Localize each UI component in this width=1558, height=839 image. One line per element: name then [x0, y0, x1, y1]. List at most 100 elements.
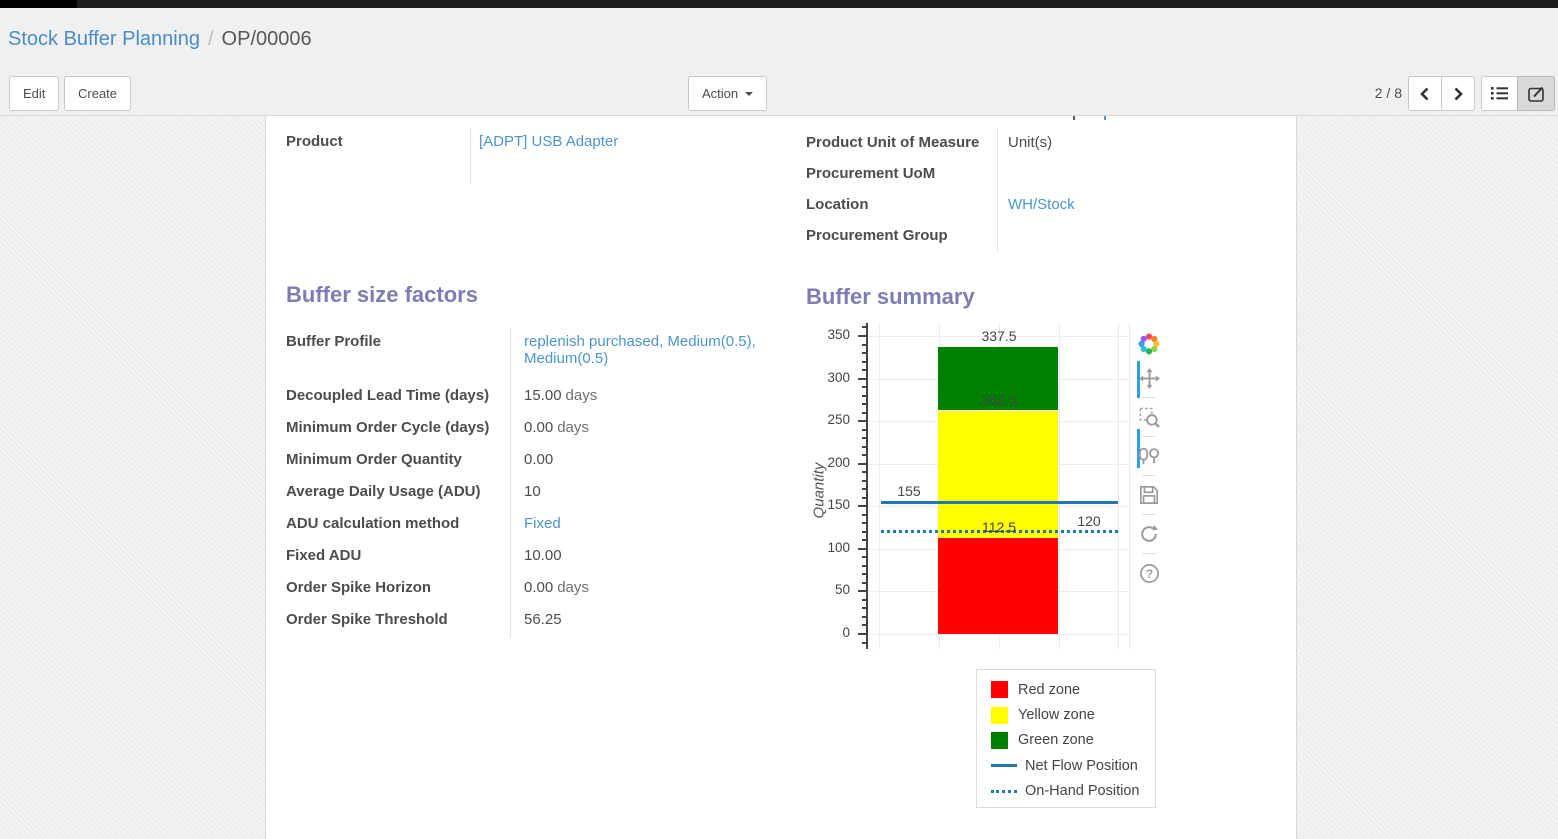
ref-line-net-flow-position [881, 501, 1118, 504]
download-plot-button[interactable] [1137, 483, 1161, 507]
y-minor-tick [862, 565, 866, 567]
legend-label: Green zone [1018, 732, 1094, 748]
y-minor-tick [862, 403, 866, 405]
buffer-profile-link[interactable]: replenish purchased, Medium(0.5), Medium… [524, 333, 756, 367]
y-major-tick [858, 633, 866, 635]
y-major-tick [858, 505, 866, 507]
fixed-adu-label: Fixed ADU [286, 542, 511, 574]
svg-text:?: ? [1145, 566, 1152, 580]
adu-method-link[interactable]: Fixed [524, 515, 561, 532]
y-minor-tick [862, 642, 866, 644]
y-minor-tick [862, 624, 866, 626]
yellow-zone-swatch [991, 707, 1008, 724]
spike-horizon-unit: days [557, 579, 589, 596]
legend-item-yellow-zone[interactable]: Yellow zone [991, 702, 1155, 727]
pager-counter: 2 / 8 [1356, 85, 1402, 101]
breadcrumb-parent-link[interactable]: Stock Buffer Planning [8, 28, 200, 50]
y-minor-tick [862, 480, 866, 482]
list-view-button[interactable] [1481, 76, 1518, 111]
field-row-procurement-uom: Procurement UoM [806, 160, 1276, 191]
action-dropdown-button[interactable]: Action [688, 76, 767, 111]
min-order-qty-value: 0.00 [511, 446, 796, 468]
spike-horizon-label: Order Spike Horizon [286, 574, 511, 606]
help-button[interactable]: ? [1137, 561, 1161, 585]
control-panel: Stock Buffer Planning/OP/00006 Edit Crea… [0, 8, 1558, 116]
modebar-separator [1142, 514, 1156, 515]
legend-item-net-flow[interactable]: Net Flow Position [991, 753, 1155, 778]
product-label: Product [286, 128, 471, 184]
x-gridline [939, 323, 940, 649]
y-minor-tick [862, 437, 866, 439]
green-zone-swatch [991, 732, 1008, 749]
chevron-left-icon [1419, 87, 1431, 101]
y-gridline [868, 336, 1129, 337]
plotly-logo-icon[interactable] [1137, 332, 1161, 356]
legend-label: Red zone [1018, 682, 1080, 698]
y-gridline [868, 634, 1129, 635]
y-tick-label: 350 [806, 327, 850, 342]
bar-green-zone [938, 347, 1058, 411]
plotly-logo [1138, 333, 1160, 355]
y-tick-label: 150 [806, 497, 850, 512]
y-axis-line [866, 323, 868, 649]
net-flow-line-swatch [991, 764, 1017, 767]
red-zone-swatch [991, 681, 1008, 698]
y-minor-tick [862, 531, 866, 533]
procurement-uom-label: Procurement UoM [806, 160, 998, 191]
edit-button[interactable]: Edit [9, 76, 59, 111]
y-tick-label: 50 [806, 582, 850, 597]
bar-yellow-zone [938, 411, 1058, 539]
compare-data-icon [1138, 446, 1160, 466]
buffer-profile-label: Buffer Profile [286, 328, 511, 382]
field-row-location: Location WH/Stock [806, 191, 1276, 222]
y-major-tick [858, 335, 866, 337]
y-minor-tick [862, 344, 866, 346]
y-gridline [868, 591, 1129, 592]
pager-previous-button[interactable] [1408, 76, 1442, 111]
dlt-label: Decoupled Lead Time (days) [286, 382, 511, 414]
y-major-tick [858, 590, 866, 592]
form-view-button[interactable] [1517, 76, 1555, 111]
bar-red-zone [938, 538, 1058, 634]
chevron-right-icon [1452, 87, 1464, 101]
breadcrumb: Stock Buffer Planning/OP/00006 [8, 28, 312, 51]
box-zoom-icon [1139, 407, 1160, 428]
compare-hover-button[interactable] [1137, 444, 1161, 468]
dlt-unit: days [566, 387, 598, 404]
create-button[interactable]: Create [64, 76, 131, 111]
y-minor-tick [862, 616, 866, 618]
reset-axes-button[interactable] [1137, 522, 1161, 546]
pager-next-button[interactable] [1441, 76, 1475, 111]
box-zoom-tool-button[interactable] [1137, 405, 1161, 429]
pan-tool-button[interactable] [1137, 366, 1161, 390]
procurement-group-label: Procurement Group [806, 222, 998, 253]
chart-modebar: ? [1134, 332, 1164, 592]
procurement-group-value [998, 222, 1008, 227]
field-row-spike-horizon: Order Spike Horizon 0.00days [286, 574, 796, 606]
y-minor-tick [862, 556, 866, 558]
location-link[interactable]: WH/Stock [1008, 196, 1075, 213]
product-link[interactable]: [ADPT] USB Adapter [479, 133, 618, 150]
legend-item-red-zone[interactable]: Red zone [991, 677, 1155, 702]
y-minor-tick [862, 361, 866, 363]
y-minor-tick [862, 326, 866, 328]
legend-item-green-zone[interactable]: Green zone [991, 728, 1155, 753]
x-gridline [1129, 323, 1130, 649]
legend-label: Net Flow Position [1025, 758, 1138, 774]
y-gridline [868, 506, 1129, 507]
y-minor-tick [862, 429, 866, 431]
y-minor-tick [862, 386, 866, 388]
y-minor-tick [862, 497, 866, 499]
legend-item-on-hand[interactable]: On-Hand Position [991, 779, 1155, 804]
product-uom-value: Unit(s) [998, 129, 1052, 151]
y-major-tick [858, 420, 866, 422]
chart-legend: Red zone Yellow zone Green zone Net Flow… [976, 669, 1156, 808]
spike-threshold-label: Order Spike Threshold [286, 606, 511, 638]
chart-annotation: 112.5 [982, 519, 1016, 535]
action-label: Action [702, 86, 738, 101]
y-minor-tick [862, 395, 866, 397]
form-edit-icon [1528, 86, 1545, 102]
chevron-down-icon [745, 92, 753, 96]
field-row-product: Product [ADPT] USB Adapter [286, 128, 786, 184]
min-order-qty-label: Minimum Order Quantity [286, 446, 511, 478]
